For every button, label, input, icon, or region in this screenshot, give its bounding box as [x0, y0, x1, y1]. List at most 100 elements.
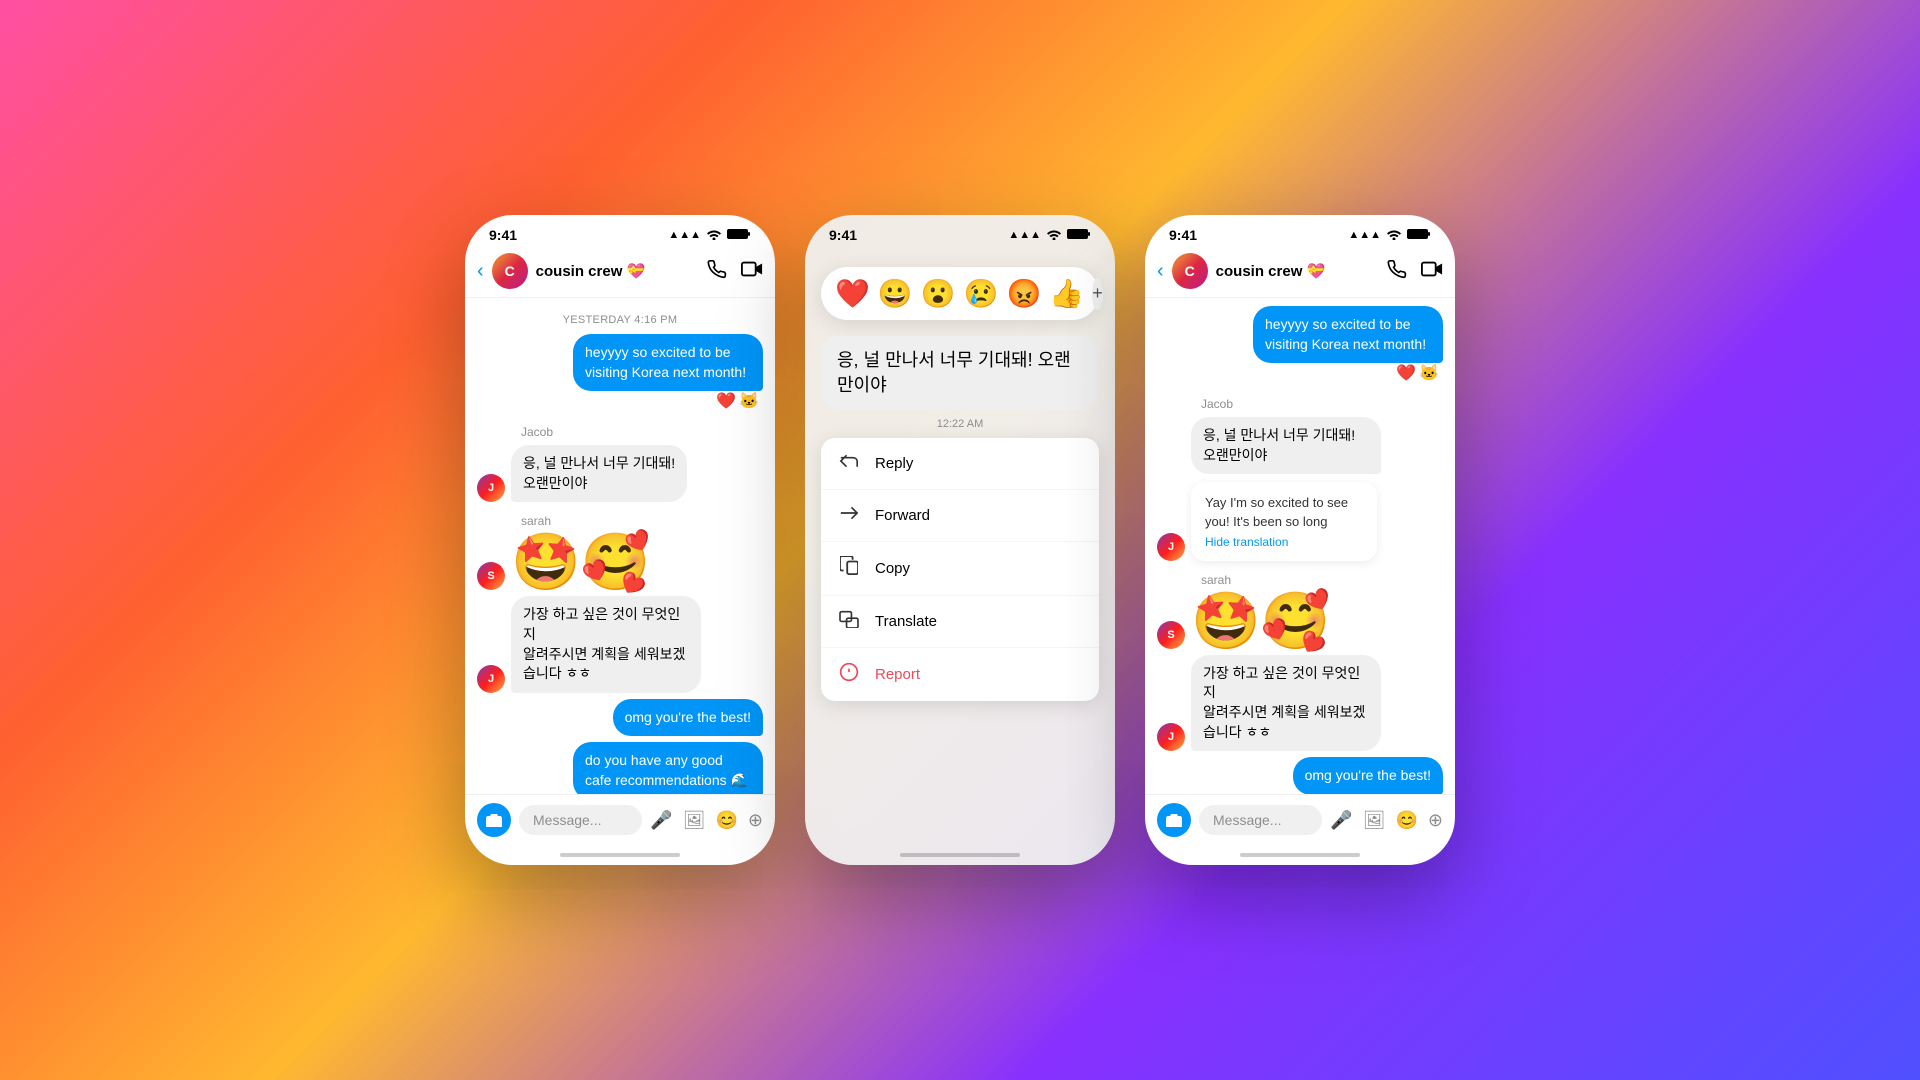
context-message-bubble: 응, 널 만나서 너무 기대돼! 오랜만이야: [821, 336, 1099, 410]
message-bubble-r2[interactable]: 응, 널 만나서 너무 기대돼!오랜만이야: [1191, 417, 1381, 474]
context-menu-reply[interactable]: Reply: [821, 438, 1099, 490]
hide-translation-button-r2[interactable]: Hide translation: [1205, 535, 1363, 549]
message-row-m4: J 가장 하고 싶은 것이 무엇인지알려주시면 계획을 세워보겠습니다 ㅎㅎ: [477, 596, 763, 692]
input-actions-1: 🎤 🖼 😊 ⊕: [650, 810, 763, 831]
mic-icon-1[interactable]: 🎤: [650, 810, 672, 831]
sender-jacob-r2: Jacob: [1201, 397, 1443, 411]
status-bar-1: 9:41 ▲▲▲: [465, 215, 775, 247]
reply-icon: [837, 452, 861, 475]
message-row-m2: J 응, 널 만나서 너무 기대돼!오랜만이야: [477, 445, 763, 502]
reaction-r1: ❤️🐱: [1157, 363, 1439, 383]
reaction-grin[interactable]: 😀: [878, 277, 913, 310]
group-avatar-3: C: [1172, 253, 1208, 289]
header-actions-1: [707, 259, 763, 284]
message-row-m5: omg you're the best!: [477, 699, 763, 737]
video-call-icon-3[interactable]: [1421, 259, 1443, 284]
forward-icon: [837, 504, 861, 527]
sender-sarah-r3: sarah: [1201, 573, 1443, 587]
group-name-3[interactable]: cousin crew 💝: [1216, 262, 1387, 280]
translation-box-r2: Yay I'm so excited to see you! It's been…: [1191, 482, 1377, 560]
camera-button-3[interactable]: [1157, 803, 1191, 837]
message-row-r2: J 응, 널 만나서 너무 기대돼!오랜만이야 Yay I'm so excit…: [1157, 417, 1443, 561]
forward-label: Forward: [875, 507, 930, 524]
home-bar-3: [1240, 853, 1360, 857]
translate-icon: [837, 610, 861, 633]
chat-header-3: ‹ C cousin crew 💝: [1145, 247, 1455, 298]
reaction-thumbs[interactable]: 👍: [1049, 277, 1084, 310]
group-avatar-1: C: [492, 253, 528, 289]
translate-label: Translate: [875, 613, 937, 630]
signal-icon-1: ▲▲▲: [668, 229, 701, 241]
message-bubble-m1[interactable]: heyyyy so excited to be visiting Korea n…: [573, 334, 763, 391]
message-bubble-r5[interactable]: omg you're the best!: [1293, 757, 1443, 794]
reaction-heart[interactable]: ❤️: [835, 277, 870, 310]
home-indicator-2: [805, 845, 1115, 865]
wifi-icon-3: [1386, 228, 1402, 243]
add-reaction-button[interactable]: +: [1092, 278, 1103, 310]
status-icons-1: ▲▲▲: [668, 228, 751, 243]
avatar-jacob-2: J: [477, 665, 505, 693]
reaction-angry[interactable]: 😡: [1007, 277, 1042, 310]
context-timestamp: 12:22 AM: [937, 418, 983, 430]
messages-1: YESTERDAY 4:16 PM heyyyy so excited to b…: [465, 298, 775, 794]
home-indicator-3: [1145, 845, 1455, 865]
emoji-m3: 🤩🥰: [511, 534, 650, 590]
group-name-1[interactable]: cousin crew 💝: [536, 262, 707, 280]
reaction-picker[interactable]: ❤️ 😀 😮 😢 😡 👍 +: [821, 267, 1099, 320]
avatar-sarah-r3: S: [1157, 621, 1185, 649]
message-row-r1: heyyyy so excited to be visiting Korea n…: [1157, 306, 1443, 363]
context-menu: Reply Forward Copy Translate: [821, 438, 1099, 701]
battery-icon-1: [727, 228, 751, 243]
message-input-field-1[interactable]: Message...: [519, 805, 642, 835]
context-menu-report[interactable]: Report: [821, 648, 1099, 701]
home-bar-1: [560, 853, 680, 857]
context-menu-area: ❤️ 😀 😮 😢 😡 👍 + 응, 널 만나서 너무 기대돼! 오랜만이야 12…: [805, 247, 1115, 845]
reaction-m1: ❤️🐱: [477, 391, 759, 411]
phone-call-icon-1[interactable]: [707, 259, 727, 284]
camera-button-1[interactable]: [477, 803, 511, 837]
message-row-r5: omg you're the best!: [1157, 757, 1443, 794]
message-row-m3: S 🤩🥰: [477, 534, 763, 590]
image-icon-3[interactable]: 🖼: [1363, 810, 1386, 831]
battery-icon-2: [1067, 228, 1091, 243]
message-row-r4: J 가장 하고 싶은 것이 무엇인지알려주시면 계획을 세워보겠습니다 ㅎㅎ: [1157, 655, 1443, 751]
message-bubble-m5[interactable]: omg you're the best!: [613, 699, 763, 737]
status-icons-2: ▲▲▲: [1008, 228, 1091, 243]
phone-call-icon-3[interactable]: [1387, 259, 1407, 284]
message-bubble-r4[interactable]: 가장 하고 싶은 것이 무엇인지알려주시면 계획을 세워보겠습니다 ㅎㅎ: [1191, 655, 1381, 751]
avatar-jacob-r2: J: [1157, 533, 1185, 561]
emoji-r3: 🤩🥰: [1191, 593, 1330, 649]
context-menu-forward[interactable]: Forward: [821, 490, 1099, 542]
back-button-3[interactable]: ‹: [1157, 260, 1164, 283]
back-button-1[interactable]: ‹: [477, 260, 484, 283]
message-bubble-m4[interactable]: 가장 하고 싶은 것이 무엇인지알려주시면 계획을 세워보겠습니다 ㅎㅎ: [511, 596, 701, 692]
sender-sarah-1: sarah: [521, 514, 763, 528]
wifi-icon-2: [1046, 228, 1062, 243]
home-indicator-1: [465, 845, 775, 865]
sender-jacob-1: Jacob: [521, 425, 763, 439]
message-input-field-3[interactable]: Message...: [1199, 805, 1322, 835]
signal-icon-2: ▲▲▲: [1008, 229, 1041, 241]
status-icons-3: ▲▲▲: [1348, 228, 1431, 243]
message-bubble-m6[interactable]: do you have any good cafe recommendation…: [573, 742, 763, 794]
avatar-jacob-1: J: [477, 474, 505, 502]
message-bubble-r1[interactable]: heyyyy so excited to be visiting Korea n…: [1253, 306, 1443, 363]
message-row-r3: S 🤩🥰: [1157, 593, 1443, 649]
reaction-wow[interactable]: 😮: [921, 277, 956, 310]
plus-icon-1[interactable]: ⊕: [748, 810, 763, 831]
message-bubble-m2[interactable]: 응, 널 만나서 너무 기대돼!오랜만이야: [511, 445, 687, 502]
status-bar-2: 9:41 ▲▲▲: [805, 215, 1115, 247]
emoji-icon-3[interactable]: 😊: [1395, 810, 1417, 831]
status-time-1: 9:41: [489, 227, 517, 243]
context-menu-copy[interactable]: Copy: [821, 542, 1099, 596]
image-icon-1[interactable]: 🖼: [683, 810, 706, 831]
translation-text-r2: Yay I'm so excited to see you! It's been…: [1205, 494, 1363, 530]
plus-icon-3[interactable]: ⊕: [1428, 810, 1443, 831]
video-call-icon-1[interactable]: [741, 259, 763, 284]
emoji-icon-1[interactable]: 😊: [715, 810, 737, 831]
message-input-bar-3: Message... 🎤 🖼 😊 ⊕: [1145, 794, 1455, 845]
mic-icon-3[interactable]: 🎤: [1330, 810, 1352, 831]
context-menu-translate[interactable]: Translate: [821, 596, 1099, 648]
reaction-cry[interactable]: 😢: [964, 277, 999, 310]
status-time-2: 9:41: [829, 227, 857, 243]
